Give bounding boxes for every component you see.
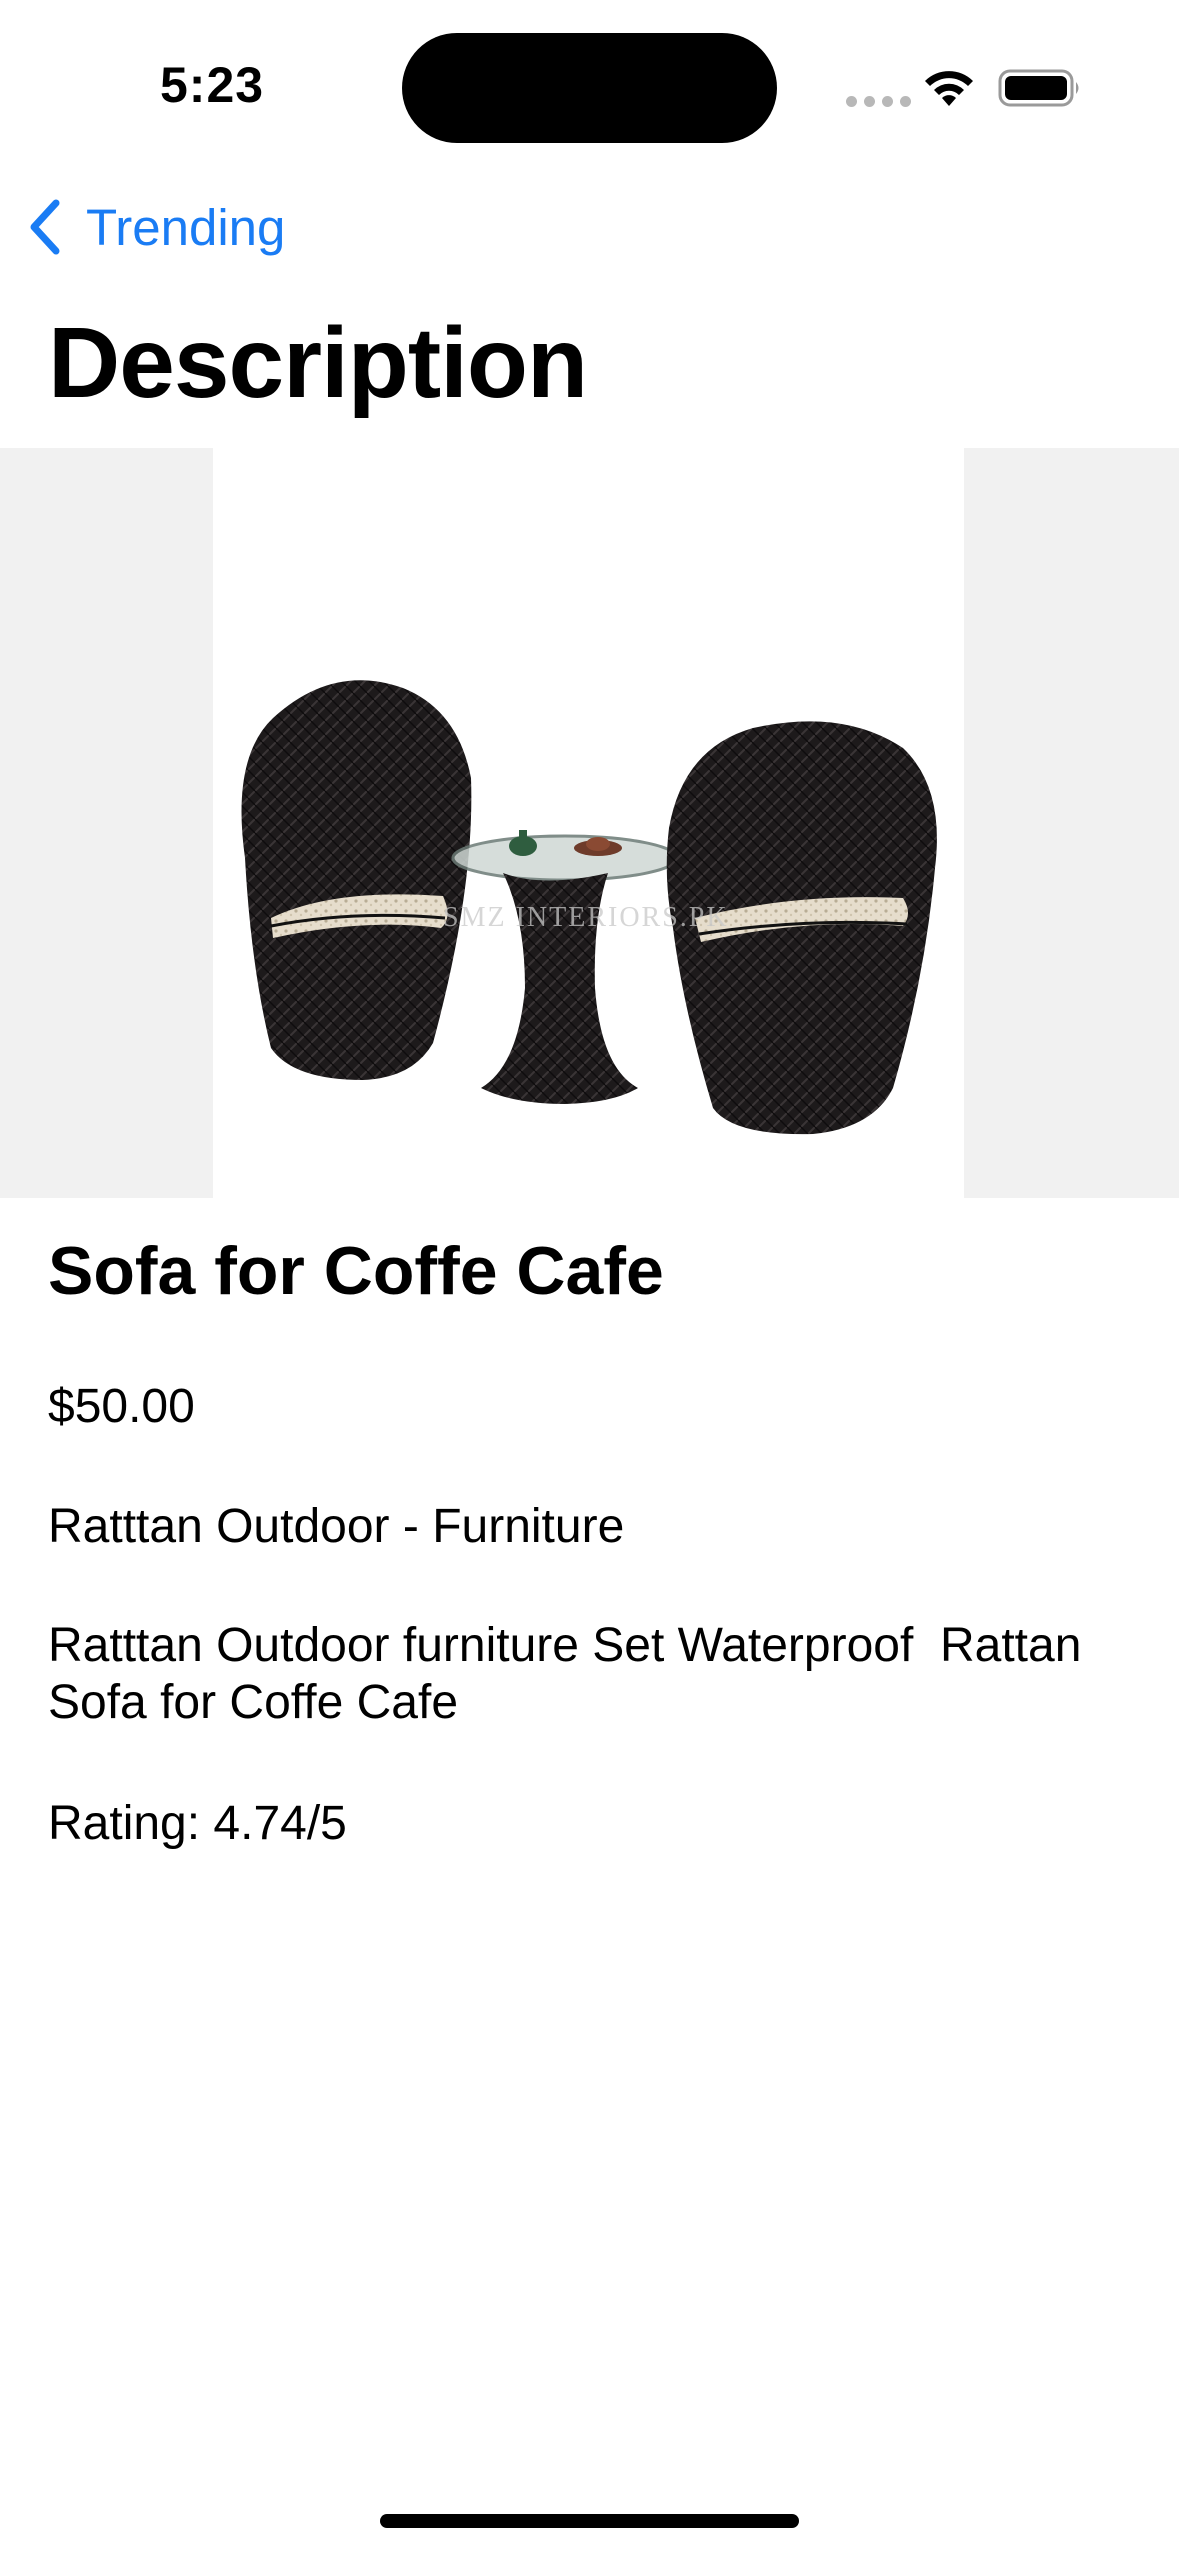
product-description: Ratttan Outdoor furniture Set Waterproof… — [48, 1619, 1095, 1729]
cellular-signal-icon — [846, 96, 911, 107]
page-title: Description — [48, 307, 588, 419]
product-image — [241, 680, 937, 1135]
back-button[interactable]: Trending — [24, 192, 285, 262]
status-time: 5:23 — [160, 57, 265, 113]
product-image-frame: SMZ INTERIORS.PK — [213, 448, 964, 1198]
product-name: Sofa for Coffe Cafe — [48, 1233, 664, 1309]
left-chair — [241, 680, 472, 1080]
image-watermark: SMZ INTERIORS.PK — [443, 902, 729, 933]
dynamic-island — [402, 33, 777, 143]
battery-icon — [998, 69, 1079, 107]
home-indicator[interactable] — [380, 2514, 799, 2528]
table — [451, 830, 679, 1104]
product-rating: Rating: 4.74/5 — [48, 1797, 347, 1850]
back-label: Trending — [86, 198, 286, 256]
product-category: Ratttan Outdoor - Furniture — [48, 1500, 625, 1553]
wifi-icon — [925, 71, 973, 106]
product-price: $50.00 — [48, 1380, 195, 1433]
chevron-left-icon — [30, 199, 60, 255]
